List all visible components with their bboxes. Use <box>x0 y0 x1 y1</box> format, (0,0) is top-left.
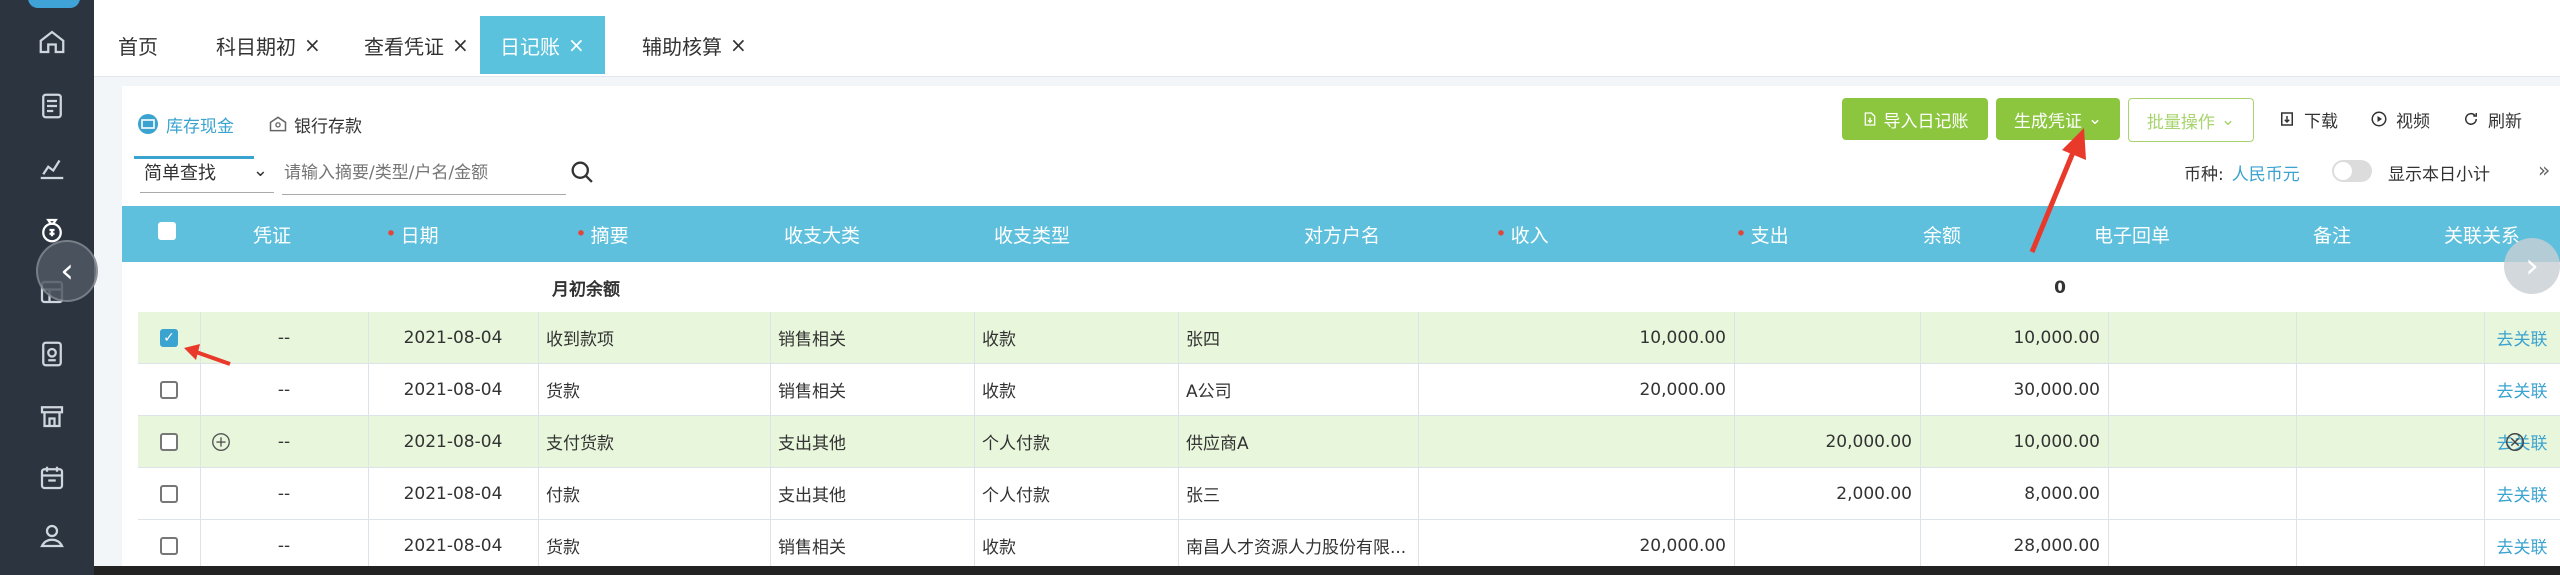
scroll-right-button[interactable]: › <box>2504 238 2560 294</box>
col-income: • 收入 <box>1495 223 1549 247</box>
link-relate[interactable]: 去关联 <box>2484 468 2560 519</box>
hand-coin-icon[interactable] <box>32 516 72 556</box>
col-voucher: 凭证 <box>252 224 291 247</box>
search-mode-select[interactable]: 简单查找 ⌄ <box>140 152 274 193</box>
link-relate[interactable]: 去关联 <box>2484 364 2560 415</box>
col-counterparty: 对方户名 <box>1303 224 1380 247</box>
currency[interactable]: 币种: 人民币元 <box>2184 160 2300 185</box>
col-date: • 日期 <box>385 223 439 247</box>
logo <box>28 0 80 8</box>
row-checkbox[interactable] <box>138 468 200 519</box>
refresh-button[interactable]: 刷新 <box>2462 98 2522 140</box>
double-chevron-right-icon[interactable]: » <box>2538 158 2550 182</box>
calendar-icon[interactable] <box>32 458 72 498</box>
close-icon[interactable]: × <box>568 33 585 57</box>
store-icon[interactable] <box>32 396 72 436</box>
table-row[interactable]: ✓ -- 2021-08-04 收到款项 销售相关 收款 张四 10,000.0… <box>138 312 2560 364</box>
download-button[interactable]: 下载 <box>2278 98 2338 140</box>
subtab-bank[interactable]: 银行存款 <box>268 102 362 146</box>
tab-home[interactable]: 首页 <box>118 16 158 74</box>
sidebar-collapse-button[interactable]: ‹ <box>36 240 98 302</box>
close-icon[interactable]: × <box>304 33 321 57</box>
bank-icon <box>269 116 287 132</box>
refresh-icon <box>2465 112 2477 125</box>
daily-subtotal-label: 显示本日小计 <box>2388 165 2490 185</box>
tab-view-voucher[interactable]: 查看凭证 × <box>364 16 469 74</box>
close-icon[interactable]: × <box>730 33 747 57</box>
link-relate[interactable]: 去关联 <box>2484 312 2560 363</box>
row-checkbox[interactable] <box>138 416 200 467</box>
bottom-edge <box>94 566 2560 575</box>
annotation-arrow <box>184 344 231 366</box>
opening-balance-row: 月初余额 0 <box>138 262 2560 313</box>
play-icon <box>2371 111 2387 127</box>
batch-operation-button[interactable]: 批量操作 ⌄ <box>2128 98 2254 142</box>
col-category: 收支大类 <box>783 224 860 247</box>
chart-icon[interactable] <box>32 148 72 188</box>
daily-subtotal-toggle[interactable] <box>2332 160 2372 182</box>
link-relate[interactable]: 去关联 <box>2484 520 2560 571</box>
col-summary: • 摘要 <box>575 223 629 247</box>
row-checkbox[interactable] <box>138 520 200 571</box>
import-journal-button[interactable]: 导入日记账 <box>1842 98 1988 140</box>
chevron-down-icon: ⌄ <box>252 160 268 181</box>
table-header: 凭证 • 日期 • 摘要 收支大类 收支类型 对方户名 • 收入 • 支出 余额 电子回… <box>122 206 2560 262</box>
search-input[interactable] <box>282 152 566 195</box>
col-type: 收支类型 <box>993 224 1070 247</box>
tab-journal[interactable]: 日记账 × <box>480 16 605 74</box>
table-row[interactable]: -- 2021-08-04 货款 销售相关 收款 A公司 20,000.00 3… <box>138 364 2560 416</box>
col-expense: • 支出 <box>1735 223 1789 247</box>
tab-bar: 首页 科目期初 × 查看凭证 × 日记账 × 辅助核算 × <box>94 0 2560 77</box>
chevron-left-icon: ‹ <box>60 251 74 291</box>
select-all-checkbox[interactable] <box>158 222 176 240</box>
subtab-cash[interactable]: 库存现金 <box>136 102 234 146</box>
tab-account-opening[interactable]: 科目期初 × <box>216 16 321 74</box>
download-icon <box>2281 112 2293 126</box>
import-icon <box>1864 112 1875 126</box>
search-icon[interactable] <box>568 158 596 186</box>
home-icon[interactable] <box>32 22 72 62</box>
close-icon[interactable]: × <box>452 33 469 57</box>
chevron-right-icon: › <box>2525 246 2539 286</box>
cash-icon <box>138 114 158 134</box>
journal-panel: 库存现金 银行存款 导入日记账 生成凭证 ⌄ 批量操作 ⌄ 下载 视频 刷新 简… <box>122 86 2560 575</box>
table-row[interactable]: -- 2021-08-04 支付货款 支出其他 个人付款 供应商A 20,000… <box>138 416 2560 468</box>
stamp-icon[interactable] <box>32 334 72 374</box>
video-button[interactable]: 视频 <box>2370 98 2430 140</box>
table-row[interactable]: -- 2021-08-04 货款 销售相关 收款 南昌人才资源人力股份有限...… <box>138 520 2560 572</box>
annotation-arrow <box>2029 128 2086 253</box>
chevron-down-icon: ⌄ <box>2220 110 2236 130</box>
report-icon[interactable] <box>32 86 72 126</box>
col-balance: 余额 <box>1922 224 1961 247</box>
delete-row-icon[interactable] <box>2504 431 2526 453</box>
table-row[interactable]: -- 2021-08-04 付款 支出其他 个人付款 张三 2,000.00 8… <box>138 468 2560 520</box>
col-remark: 备注 <box>2312 224 2351 247</box>
tab-auxiliary-accounting[interactable]: 辅助核算 × <box>642 16 747 74</box>
